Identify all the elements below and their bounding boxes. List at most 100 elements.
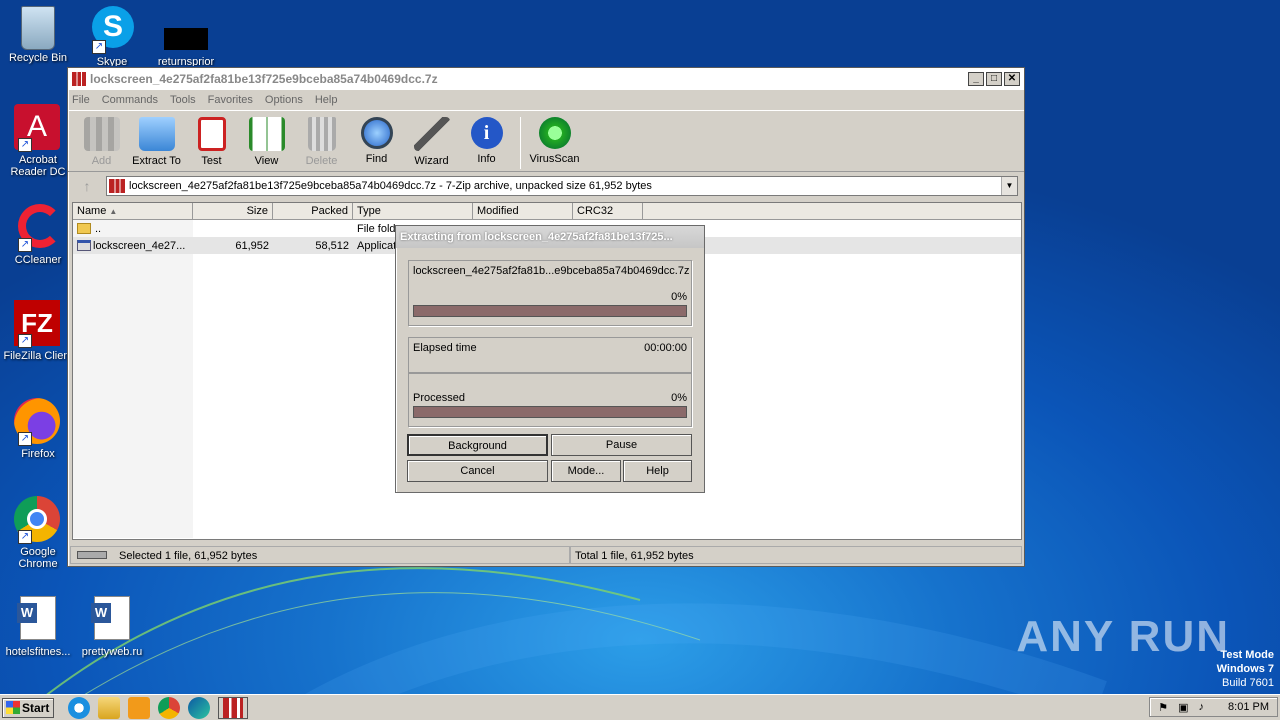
elapsed-group: Elapsed time 00:00:00 — [408, 337, 692, 373]
filezilla-icon: FZ ↗ — [14, 300, 62, 348]
desktop-icon-skype[interactable]: S ↗ Skype — [74, 6, 150, 66]
extract-folder-icon — [138, 117, 175, 151]
network-icon[interactable]: ▣ — [1178, 701, 1188, 714]
firefox-icon: ↗ — [14, 398, 62, 446]
pause-button[interactable]: Pause — [551, 434, 692, 456]
explorer-folder-icon[interactable] — [98, 696, 120, 719]
action-center-flag-icon[interactable]: ⚑ — [1158, 701, 1168, 714]
window-title: lockscreen_4e275af2fa81be13f725e9bceba85… — [90, 72, 438, 86]
column-name[interactable]: Name ▲ — [73, 203, 193, 219]
anyrun-watermark: ANY RUN — [1016, 612, 1230, 661]
virusscan-bug-icon — [538, 117, 571, 149]
delete-trash-icon — [307, 117, 336, 151]
desktop-icon-hotelsfitness-doc[interactable]: W hotelsfitnes... — [0, 596, 76, 658]
desktop-icon-chrome[interactable]: ↗ Google Chrome — [0, 496, 76, 570]
toolbar-virusscan-button[interactable]: VirusScan — [527, 115, 582, 165]
toolbar-add-button[interactable]: Add — [74, 115, 129, 167]
word-doc-icon: W — [88, 596, 136, 644]
desktop-icon-recycle-bin[interactable]: Recycle Bin — [0, 6, 76, 64]
toolbar: Add Extract To Test View Delete Find Wiz… — [68, 110, 1024, 172]
test-mode-notice: Test Mode Windows 7 Build 7601 — [1216, 649, 1274, 689]
background-button[interactable]: Background — [407, 434, 548, 456]
ccleaner-icon: ↗ — [14, 204, 62, 252]
toolbar-extract-to-button[interactable]: Extract To — [129, 115, 184, 167]
processed-progress-bar — [413, 406, 687, 418]
add-archive-icon — [83, 117, 120, 151]
chrome-taskbar-icon[interactable] — [158, 696, 180, 719]
cancel-button[interactable]: Cancel — [407, 460, 548, 482]
menu-commands[interactable]: Commands — [102, 94, 158, 106]
executable-icon — [77, 240, 91, 251]
drive-icon — [77, 551, 107, 559]
desktop-icon-acrobat[interactable]: A ↗ Acrobat Reader DC — [0, 104, 76, 178]
toolbar-test-button[interactable]: Test — [184, 115, 239, 167]
current-file: lockscreen_4e275af2fa81b...e9bceba85a74b… — [413, 265, 690, 277]
find-magnifier-icon — [360, 117, 393, 149]
desktop-icon-returnsprior[interactable]: returnsprior — [148, 6, 224, 66]
chrome-icon: ↗ — [14, 496, 62, 544]
column-packed[interactable]: Packed — [273, 203, 353, 219]
mode-button[interactable]: Mode... — [551, 460, 621, 482]
recycle-bin-icon — [21, 6, 55, 50]
toolbar-wizard-button[interactable]: Wizard — [404, 115, 459, 167]
taskbar: Start ⚑ ▣ ♪ 8:01 PM — [0, 694, 1280, 720]
media-player-icon[interactable] — [128, 696, 150, 719]
processed-group: Processed 0% — [408, 373, 692, 427]
extraction-progress-dialog: Extracting from lockscreen_4e275af2fa81b… — [395, 225, 705, 493]
menu-file[interactable]: File — [72, 94, 90, 106]
acrobat-icon: A ↗ — [14, 104, 62, 152]
edge-icon[interactable] — [188, 696, 210, 719]
info-icon: i — [470, 117, 503, 149]
view-book-icon — [248, 117, 285, 151]
maximize-button[interactable]: □ — [986, 72, 1002, 86]
folder-up-icon — [77, 223, 91, 234]
help-button[interactable]: Help — [623, 460, 692, 482]
file-percent: 0% — [671, 291, 687, 303]
address-field[interactable]: lockscreen_4e275af2fa81be13f725e9bceba85… — [106, 176, 1018, 196]
internet-explorer-icon[interactable] — [68, 696, 90, 719]
winrar-app-icon — [72, 72, 86, 86]
column-type[interactable]: Type — [353, 203, 473, 219]
archive-icon — [109, 179, 125, 193]
menu-options[interactable]: Options — [265, 94, 303, 106]
winrar-taskbar-icon[interactable] — [218, 696, 248, 719]
status-total: Total 1 file, 61,952 bytes — [570, 546, 1022, 564]
desktop-icon-filezilla[interactable]: FZ ↗ FileZilla Client — [0, 300, 76, 362]
toolbar-info-button[interactable]: i Info — [459, 115, 514, 165]
skype-icon: S ↗ — [88, 6, 136, 54]
word-doc-icon: W — [14, 596, 62, 644]
column-size[interactable]: Size — [193, 203, 273, 219]
dialog-title[interactable]: Extracting from lockscreen_4e275af2fa81b… — [396, 226, 704, 248]
toolbar-find-button[interactable]: Find — [349, 115, 404, 165]
minimize-button[interactable]: _ — [968, 72, 984, 86]
file-list-header: Name ▲ Size Packed Type Modified CRC32 — [73, 203, 1021, 220]
chevron-down-icon[interactable]: ▼ — [1001, 177, 1017, 195]
desktop-icon-prettyweb-doc[interactable]: W prettyweb.ru — [74, 596, 150, 658]
window-titlebar[interactable]: lockscreen_4e275af2fa81be13f725e9bceba85… — [68, 68, 1024, 90]
volume-icon[interactable]: ♪ — [1199, 701, 1205, 713]
wizard-wand-icon — [413, 117, 450, 151]
up-arrow-icon[interactable]: ↑ — [74, 176, 100, 196]
toolbar-delete-button[interactable]: Delete — [294, 115, 349, 167]
status-selected: Selected 1 file, 61,952 bytes — [119, 550, 258, 562]
start-button[interactable]: Start — [2, 697, 54, 718]
desktop-icon-firefox[interactable]: ↗ Firefox — [0, 398, 76, 460]
menu-tools[interactable]: Tools — [170, 94, 196, 106]
elapsed-label: Elapsed time — [413, 342, 477, 354]
close-button[interactable]: ✕ — [1004, 72, 1020, 86]
sort-up-icon: ▲ — [109, 207, 118, 216]
toolbar-view-button[interactable]: View — [239, 115, 294, 167]
menu-help[interactable]: Help — [315, 94, 338, 106]
column-crc32[interactable]: CRC32 — [573, 203, 643, 219]
processed-percent: 0% — [671, 392, 687, 404]
test-clipboard-icon — [197, 117, 226, 151]
menu-favorites[interactable]: Favorites — [208, 94, 253, 106]
clock[interactable]: 8:01 PM — [1228, 701, 1269, 713]
file-progress-bar — [413, 305, 687, 317]
address-bar: ↑ lockscreen_4e275af2fa81be13f725e9bceba… — [68, 174, 1024, 198]
windows-flag-icon — [6, 701, 20, 714]
desktop-icon-ccleaner[interactable]: ↗ CCleaner — [0, 204, 76, 266]
column-modified[interactable]: Modified — [473, 203, 573, 219]
system-tray: ⚑ ▣ ♪ 8:01 PM — [1149, 697, 1278, 717]
black-file-icon — [162, 6, 210, 54]
